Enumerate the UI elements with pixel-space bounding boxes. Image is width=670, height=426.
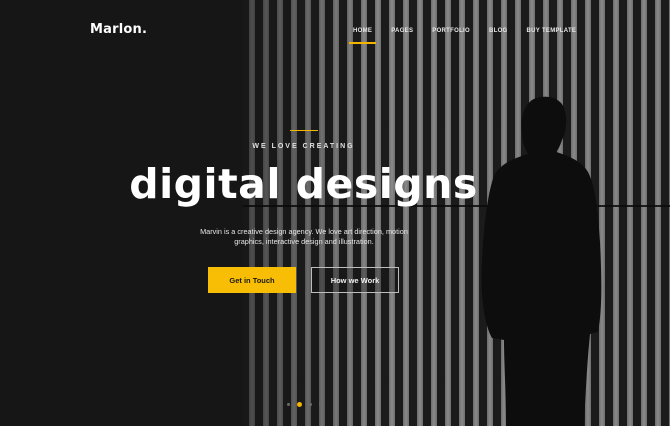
slider-dot[interactable]: [319, 403, 322, 406]
slider-pagination: [287, 402, 322, 407]
slider-dot-active[interactable]: [297, 402, 302, 407]
brand-logo[interactable]: Marlon.: [90, 22, 147, 37]
get-in-touch-button[interactable]: Get in Touch: [208, 267, 296, 293]
nav-item-pages[interactable]: PAGES: [391, 28, 413, 34]
main-nav: HOME PAGES PORTFOLIO BLOG BUY TEMPLATE: [348, 28, 595, 44]
hero-kicker: WE LOVE CREATING: [252, 143, 355, 150]
background-dark-panel: [0, 0, 243, 426]
accent-divider: [290, 130, 318, 131]
nav-item-portfolio[interactable]: PORTFOLIO: [432, 28, 470, 34]
nav-item-blog[interactable]: BLOG: [489, 28, 508, 34]
hero-description: Marvin is a creative design agency. We l…: [200, 227, 408, 246]
nav-item-buy-template[interactable]: BUY TEMPLATE: [527, 28, 577, 34]
slider-dot[interactable]: [287, 403, 290, 406]
hero-headline: digital designs: [129, 160, 478, 208]
hero-section: Marlon. HOME PAGES PORTFOLIO BLOG BUY TE…: [0, 0, 670, 426]
slider-dot[interactable]: [309, 403, 312, 406]
how-we-work-button[interactable]: How we Work: [311, 267, 399, 293]
nav-item-home[interactable]: HOME: [348, 28, 377, 44]
